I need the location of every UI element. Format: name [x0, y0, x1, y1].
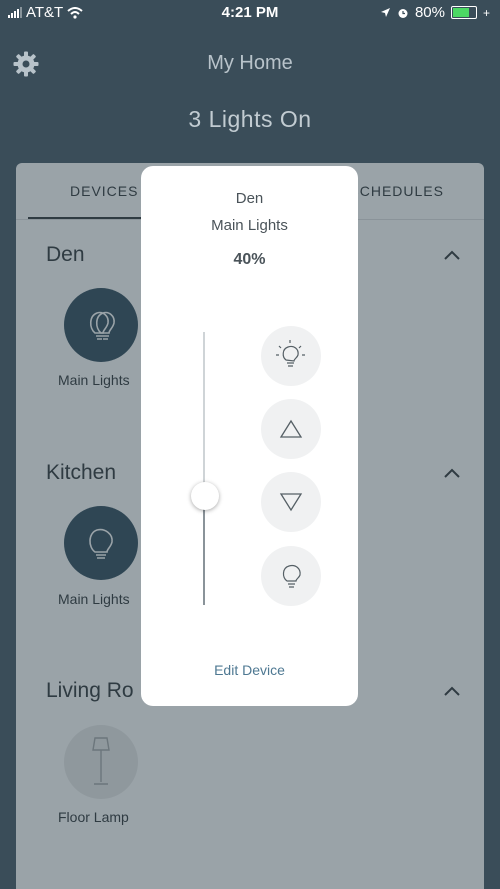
alarm-icon — [398, 8, 408, 18]
popup-device-name: Main Lights — [211, 217, 288, 234]
edit-device-link[interactable]: Edit Device — [141, 662, 358, 678]
device-control-popup: Den Main Lights 40% Edit Device — [141, 166, 358, 706]
device-label: Floor Lamp — [58, 809, 129, 825]
device-tile-main-lights[interactable] — [64, 288, 138, 362]
device-tile-floor-lamp[interactable] — [64, 725, 138, 799]
charging-icon: + — [482, 5, 490, 20]
page-title: My Home — [207, 52, 293, 74]
device-tile-main-lights[interactable] — [64, 506, 138, 580]
room-title: Living Ro — [46, 679, 134, 702]
brightness-slider-thumb[interactable] — [191, 481, 219, 510]
floor-lamp-icon — [92, 737, 110, 785]
chevron-up-icon[interactable] — [444, 250, 460, 260]
triangle-down-icon — [279, 493, 303, 512]
device-label: Main Lights — [58, 372, 130, 388]
chevron-up-icon[interactable] — [444, 686, 460, 696]
popup-room-name: Den — [235, 190, 264, 207]
battery-icon — [450, 6, 477, 19]
triangle-up-icon — [279, 419, 303, 438]
bulb-on-icon — [89, 528, 113, 559]
lights-on-summary: 3 Lights On — [188, 106, 312, 132]
brightness-slider-fill — [203, 495, 205, 605]
brightness-value: 40% — [233, 251, 266, 268]
brightness-down-button[interactable] — [261, 472, 321, 532]
status-bar: AT&T 4:21 PM 80% + — [0, 0, 500, 26]
battery-percent: 80% — [414, 4, 445, 21]
tab-schedules[interactable]: SCHEDULES — [349, 183, 444, 199]
full-brightness-button[interactable] — [261, 326, 321, 386]
brightness-up-button[interactable] — [261, 399, 321, 459]
location-icon — [380, 8, 390, 17]
status-right: 80% + — [380, 4, 490, 21]
tab-devices[interactable]: DEVICES — [70, 183, 138, 199]
bulb-on-icon — [276, 340, 305, 367]
header: My Home 3 Lights On — [0, 26, 500, 166]
device-label: Main Lights — [58, 591, 130, 607]
bulb-on-icon — [89, 311, 115, 340]
chevron-up-icon[interactable] — [444, 468, 460, 478]
turn-off-button[interactable] — [261, 546, 321, 606]
bulb-off-icon — [282, 564, 301, 588]
tab-active-indicator — [28, 217, 153, 219]
room-title: Den — [46, 243, 85, 266]
room-title: Kitchen — [46, 461, 117, 484]
